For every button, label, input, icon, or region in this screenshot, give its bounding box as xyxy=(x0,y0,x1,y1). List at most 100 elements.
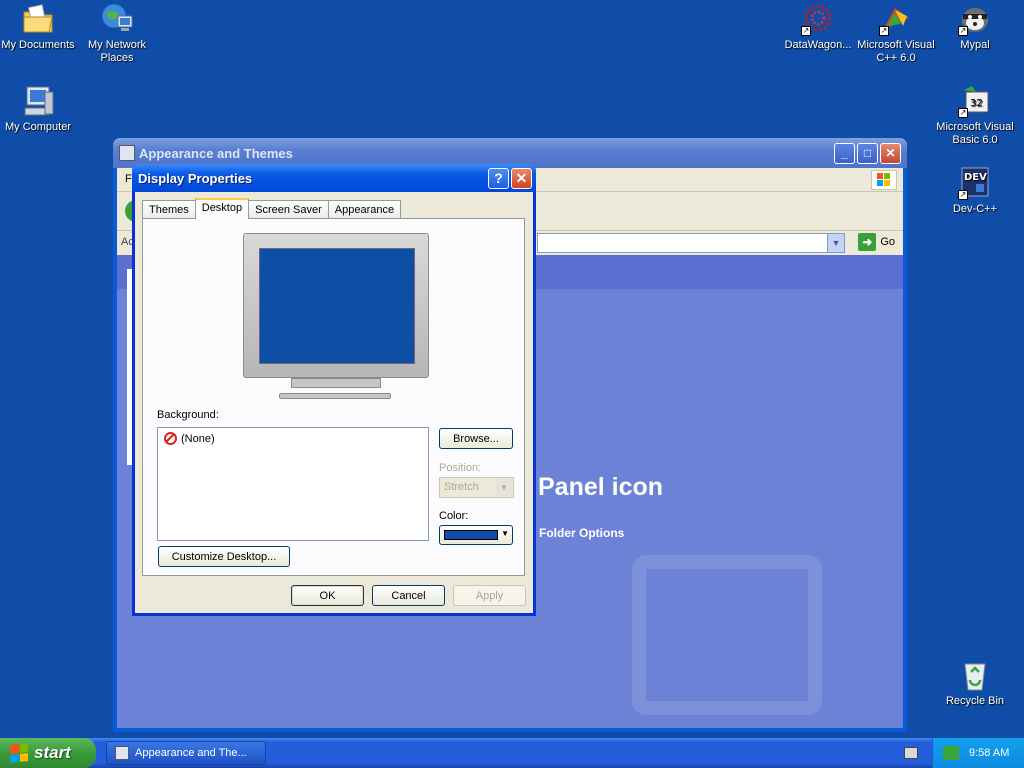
minimize-icon: _ xyxy=(841,146,848,160)
chevron-down-icon[interactable]: ▼ xyxy=(827,234,844,252)
desktop-icon-visual-basic[interactable]: 32 ↗ Microsoft Visual Basic 6.0 xyxy=(935,84,1015,147)
help-icon: ? xyxy=(494,170,503,186)
tab-desktop[interactable]: Desktop xyxy=(194,198,250,219)
dialog-close-button[interactable]: ✕ xyxy=(511,167,532,189)
control-panel-watermark-icon xyxy=(632,555,822,715)
tab-appearance[interactable]: Appearance xyxy=(327,200,402,219)
visual-basic-icon: 32 ↗ xyxy=(958,84,992,118)
windows-logo-icon xyxy=(871,170,897,190)
svg-text:32: 32 xyxy=(970,98,983,109)
dialog-title: Display Properties xyxy=(138,170,253,186)
cancel-button[interactable]: Cancel xyxy=(372,585,445,606)
folder-documents-icon xyxy=(21,2,55,36)
monitor-frame xyxy=(243,233,429,378)
svg-text:DEV: DEV xyxy=(964,172,987,183)
desktop-icon-label: Mypal xyxy=(960,39,990,51)
maximize-icon: □ xyxy=(863,146,872,160)
desktop-icon-my-computer[interactable]: My Computer xyxy=(0,84,78,134)
recycle-bin-icon xyxy=(958,658,992,692)
window-app-icon xyxy=(119,145,135,161)
desktop-icon-visual-cpp[interactable]: ↗ Microsoft Visual C++ 6.0 xyxy=(856,2,936,65)
chevron-down-icon: ▼ xyxy=(496,479,512,496)
start-button[interactable]: start xyxy=(0,738,96,768)
close-icon: ✕ xyxy=(515,169,528,186)
system-tray: 9:58 AM xyxy=(932,738,1024,768)
datawagon-icon: ↗ xyxy=(801,2,835,36)
desktop-tab-panel: Background: (None) Browse... Position: S… xyxy=(142,218,525,576)
taskbar-item-label: Appearance and The... xyxy=(135,747,247,759)
desktop-icon-label: My Network Places xyxy=(87,39,147,64)
taskbar-item-appearance-themes[interactable]: Appearance and The... xyxy=(106,741,266,765)
taskbar: start Appearance and The... 9:58 AM xyxy=(0,738,1024,768)
background-list[interactable]: (None) xyxy=(157,427,429,541)
network-tray-icon[interactable] xyxy=(943,746,959,760)
ok-button[interactable]: OK xyxy=(291,585,364,606)
maximize-button[interactable]: □ xyxy=(857,142,878,164)
monitor-base xyxy=(279,393,391,399)
desktop-icon-label: Recycle Bin xyxy=(945,695,1005,707)
network-places-icon xyxy=(100,2,134,36)
tab-themes[interactable]: Themes xyxy=(142,200,196,219)
color-label: Color: xyxy=(439,510,469,522)
desktop-icon-my-network-places[interactable]: My Network Places xyxy=(77,2,157,65)
apply-button[interactable]: Apply xyxy=(453,585,526,606)
position-select: Stretch ▼ xyxy=(439,477,514,498)
desktop-icon-label: Microsoft Visual Basic 6.0 xyxy=(936,121,1014,146)
browse-button[interactable]: Browse... xyxy=(439,428,513,449)
mypal-icon: ↗ xyxy=(958,2,992,36)
tab-screen-saver[interactable]: Screen Saver xyxy=(248,200,329,219)
keyboard-icon[interactable] xyxy=(904,747,918,759)
address-input[interactable]: ▼ xyxy=(537,233,845,253)
devcpp-icon: DEV ↗ xyxy=(958,166,992,200)
list-item[interactable]: (None) xyxy=(164,432,215,445)
go-label: Go xyxy=(880,236,895,248)
windows-flag-icon xyxy=(10,743,28,763)
monitor-stand xyxy=(291,378,381,388)
shortcut-arrow-icon: ↗ xyxy=(958,190,968,200)
menu-file[interactable]: F xyxy=(125,173,132,185)
color-swatch xyxy=(444,530,498,540)
window-app-icon xyxy=(115,746,129,760)
color-picker-button[interactable]: ▼ xyxy=(439,525,513,545)
position-label: Position: xyxy=(439,462,482,474)
panel-heading: Panel icon xyxy=(538,473,664,501)
desktop-icon-label: Dev-C++ xyxy=(952,203,998,215)
minimize-button[interactable]: _ xyxy=(834,142,855,164)
desktop-icon-label: My Computer xyxy=(4,121,72,133)
shortcut-arrow-icon: ↗ xyxy=(958,108,968,118)
go-arrow-icon: ➜ xyxy=(858,233,877,251)
shortcut-arrow-icon: ↗ xyxy=(801,26,811,36)
list-item-label: (None) xyxy=(181,432,215,445)
close-icon: ✕ xyxy=(885,146,896,160)
tab-strip: Themes Desktop Screen Saver Appearance xyxy=(142,198,402,219)
chevron-down-icon: ▼ xyxy=(501,529,509,538)
desktop-icon-label: My Documents xyxy=(1,39,75,51)
display-properties-dialog: Display Properties ? ✕ Themes Desktop Sc… xyxy=(132,164,536,616)
customize-desktop-button[interactable]: Customize Desktop... xyxy=(158,546,290,567)
desktop-icon-label: Microsoft Visual C++ 6.0 xyxy=(857,39,935,64)
desktop-icon-label: DataWagon... xyxy=(784,39,852,51)
go-button[interactable]: ➜ Go xyxy=(858,233,895,251)
no-entry-icon xyxy=(164,432,177,445)
monitor-preview xyxy=(243,233,429,403)
computer-icon xyxy=(21,84,55,118)
start-label: start xyxy=(34,743,71,762)
desktop-icon-devcpp[interactable]: DEV ↗ Dev-C++ xyxy=(935,166,1015,216)
desktop-icon-mypal[interactable]: ↗ Mypal xyxy=(935,2,1015,52)
monitor-screen-preview xyxy=(259,248,415,364)
window-title: Appearance and Themes xyxy=(139,145,293,161)
desktop-icon-recycle-bin[interactable]: Recycle Bin xyxy=(935,658,1015,708)
clock[interactable]: 9:58 AM xyxy=(969,747,1009,759)
folder-options-link[interactable]: Folder Options xyxy=(539,526,624,540)
close-button[interactable]: ✕ xyxy=(880,142,901,164)
visual-cpp-icon: ↗ xyxy=(879,2,913,36)
dialog-body: Themes Desktop Screen Saver Appearance B… xyxy=(135,192,533,613)
help-button[interactable]: ? xyxy=(488,167,509,189)
desktop-icon-datawagon[interactable]: ↗ DataWagon... xyxy=(778,2,858,52)
background-label: Background: xyxy=(157,409,219,421)
position-value: Stretch xyxy=(444,481,479,493)
shortcut-arrow-icon: ↗ xyxy=(879,26,889,36)
dialog-titlebar[interactable]: Display Properties ? ✕ xyxy=(132,164,536,192)
desktop-icon-my-documents[interactable]: My Documents xyxy=(0,2,78,52)
shortcut-arrow-icon: ↗ xyxy=(958,26,968,36)
